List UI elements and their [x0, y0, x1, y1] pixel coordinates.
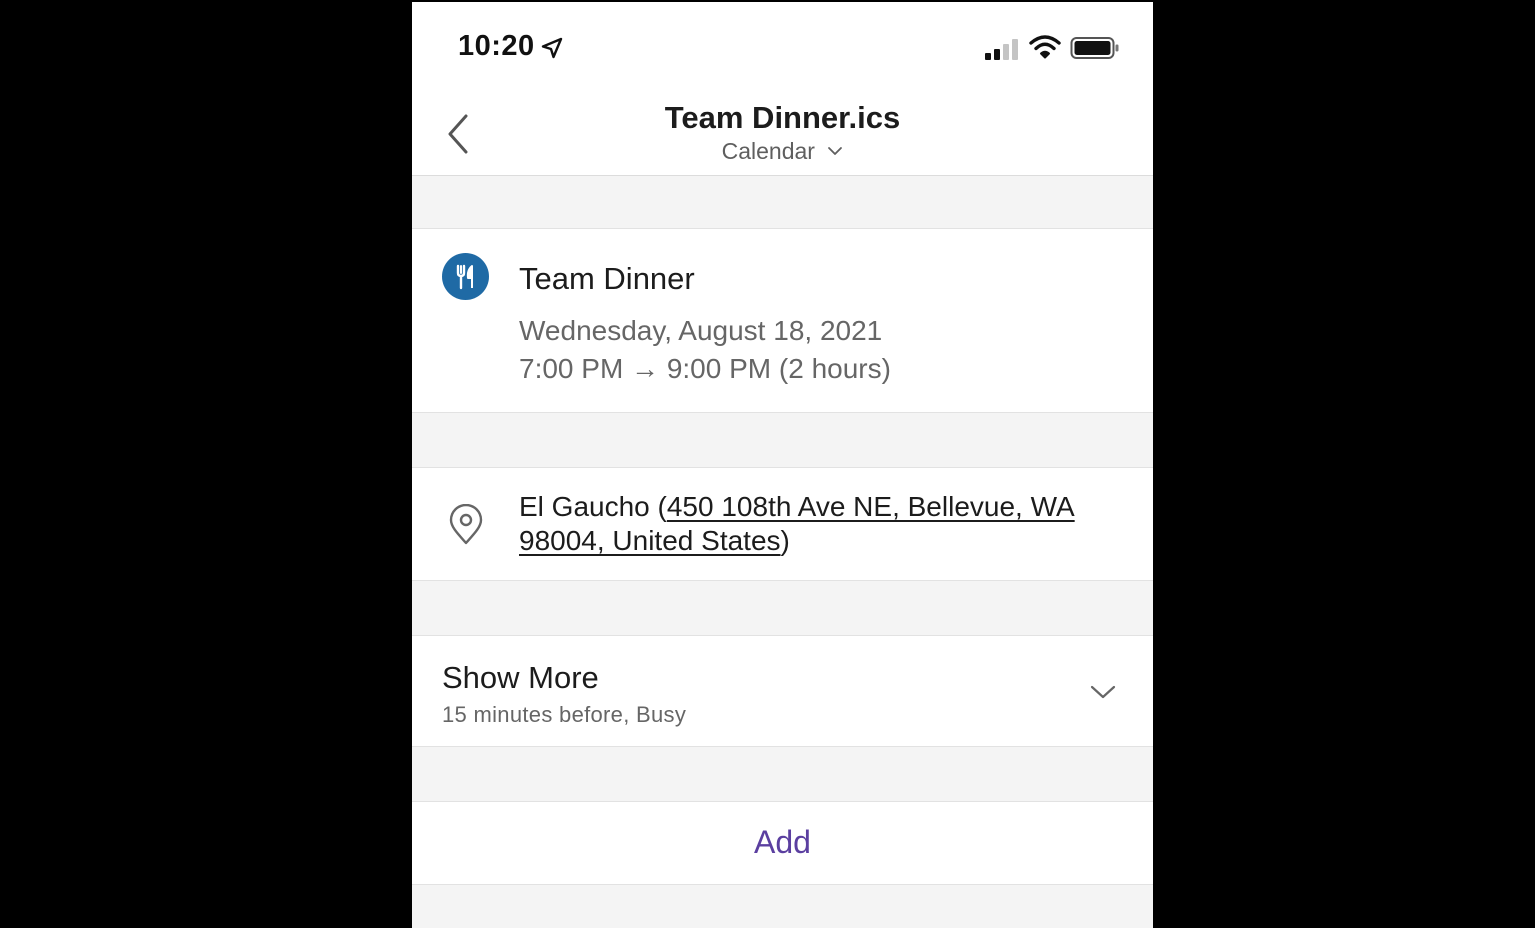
- location-name: El Gaucho (: [519, 491, 667, 522]
- event-date: Wednesday, August 18, 2021: [519, 315, 883, 346]
- location-suffix: ): [780, 525, 790, 556]
- show-more-summary: 15 minutes before, Busy: [442, 702, 687, 727]
- location-arrow-icon: [541, 37, 563, 59]
- calendar-selector[interactable]: Calendar: [412, 138, 1153, 165]
- chevron-down-icon: [828, 147, 843, 155]
- show-more-row[interactable]: Show More 15 minutes before, Busy: [412, 635, 1153, 747]
- phone-screen: 10:20 Team Dinner.ics Calendar Team Dinn…: [412, 2, 1153, 928]
- event-time-range: 7:00 PM → 9:00 PM (2 hours): [519, 353, 891, 384]
- navigation-bar: Team Dinner.ics Calendar: [412, 92, 1153, 176]
- event-details: Team Dinner Wednesday, August 18, 2021 7…: [412, 228, 1153, 413]
- add-section: Add: [412, 801, 1153, 885]
- chevron-down-icon: [1090, 685, 1116, 699]
- show-more-title: Show More: [442, 660, 599, 695]
- status-bar: 10:20: [412, 2, 1153, 92]
- location-pin-icon: [449, 504, 483, 545]
- add-button[interactable]: Add: [412, 824, 1153, 861]
- wifi-icon: [1029, 35, 1061, 59]
- calendar-selector-label: Calendar: [721, 138, 815, 164]
- fork-knife-icon: [442, 253, 489, 300]
- event-location: El Gaucho (450 108th Ave NE, Bellevue, W…: [412, 467, 1153, 581]
- page-title: Team Dinner.ics: [664, 100, 901, 135]
- status-time: 10:20: [458, 30, 535, 62]
- cellular-signal-icon: [985, 39, 1018, 60]
- location-link[interactable]: El Gaucho (450 108th Ave NE, Bellevue, W…: [519, 490, 1119, 558]
- event-title: Team Dinner: [519, 261, 695, 296]
- battery-icon: [1070, 37, 1119, 59]
